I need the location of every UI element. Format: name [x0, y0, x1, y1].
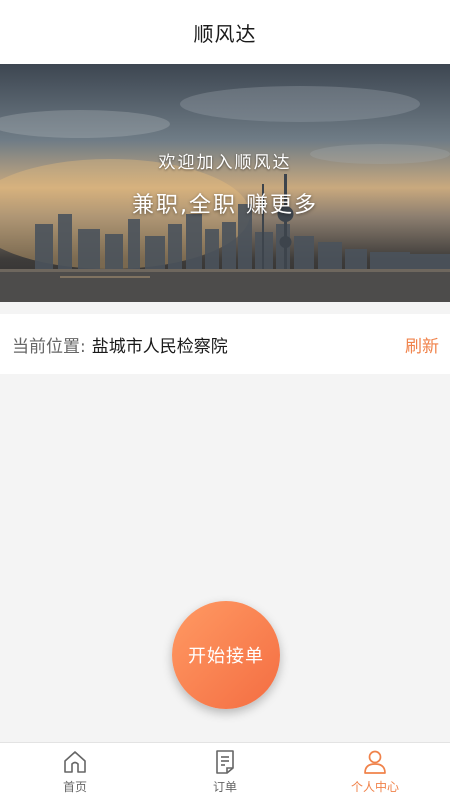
start-accept-orders-button[interactable]: 开始接单 [172, 601, 280, 709]
home-icon [64, 751, 86, 773]
tab-home[interactable]: 首页 [0, 743, 150, 801]
banner-slogan-text: 兼职,全职 赚更多 [132, 193, 318, 218]
tab-profile-label: 个人中心 [350, 780, 399, 794]
tab-orders-label: 订单 [212, 780, 237, 794]
banner-image: 欢迎加入顺风达 兼职,全职 赚更多 [0, 64, 450, 302]
tab-orders[interactable]: 订单 [150, 743, 300, 801]
refresh-button[interactable]: 刷新 [405, 332, 439, 357]
page-title: 顺风达 [193, 21, 257, 46]
banner-welcome-text: 欢迎加入顺风达 [158, 153, 292, 173]
location-value: 盐城市人民检察院 [91, 336, 228, 357]
tab-home-label: 首页 [62, 780, 87, 794]
location-label: 当前位置: [12, 336, 86, 357]
start-button-label: 开始接单 [188, 646, 264, 667]
bottom-tab-bar: 首页 订单 个人中心 [0, 742, 450, 801]
city-skyline-illustration [0, 86, 450, 302]
user-icon [364, 750, 386, 774]
location-bar: 当前位置: 盐城市人民检察院 刷新 [0, 314, 450, 374]
order-icon [216, 750, 234, 774]
tab-profile[interactable]: 个人中心 [300, 743, 450, 801]
app-header: 顺风达 [0, 0, 450, 64]
